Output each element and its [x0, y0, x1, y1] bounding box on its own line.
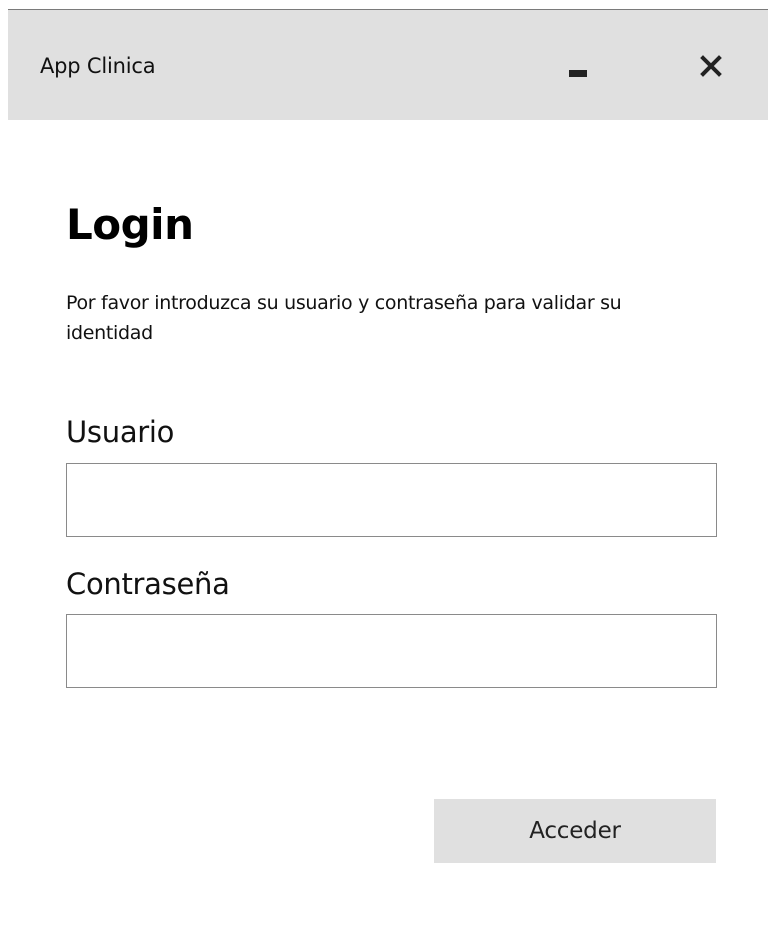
window-top-edge	[0, 0, 768, 9]
close-button[interactable]	[681, 34, 741, 98]
login-instructions: Por favor introduzca su usuario y contra…	[66, 292, 622, 344]
login-button[interactable]: Acceder	[434, 799, 716, 863]
password-label: Contraseña	[66, 567, 230, 601]
title-bar[interactable]: App Clinica	[8, 9, 768, 120]
username-label: Usuario	[66, 415, 175, 449]
minimize-button[interactable]	[548, 34, 608, 98]
page-title: Login	[66, 200, 194, 249]
app-title: App Clinica	[40, 54, 156, 78]
app-window: App Clinica Login Por favor introduzca s…	[0, 0, 768, 925]
minimize-icon	[569, 69, 587, 77]
password-field[interactable]	[66, 614, 717, 688]
close-icon	[700, 55, 722, 77]
username-field[interactable]	[66, 463, 717, 537]
login-panel: Login Por favor introduzca su usuario y …	[0, 120, 768, 925]
